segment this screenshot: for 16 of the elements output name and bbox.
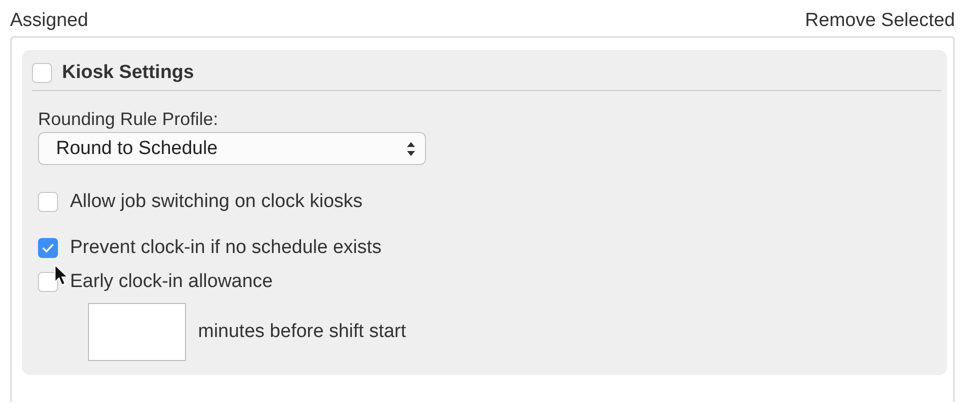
remove-selected-link[interactable]: Remove Selected — [805, 10, 955, 32]
rounding-select[interactable]: Round to Schedule — [38, 132, 426, 165]
option-label: Early clock-in allowance — [70, 271, 273, 293]
minutes-field[interactable] — [88, 303, 186, 361]
field-label: Rounding Rule Profile: — [38, 109, 220, 130]
cursor-icon — [54, 264, 68, 286]
option-label: Allow job switching on clock kiosks — [70, 191, 363, 213]
stepper-icon — [407, 142, 415, 156]
field-suffix: minutes before shift start — [198, 321, 406, 343]
check-icon — [42, 243, 54, 253]
checkbox[interactable] — [38, 192, 58, 212]
checkbox[interactable] — [38, 238, 58, 258]
section-heading: Assigned — [10, 10, 88, 32]
checkbox[interactable] — [32, 63, 52, 83]
option-label: Prevent clock-in if no schedule exists — [70, 237, 382, 259]
panel-title: Kiosk Settings — [62, 62, 194, 84]
